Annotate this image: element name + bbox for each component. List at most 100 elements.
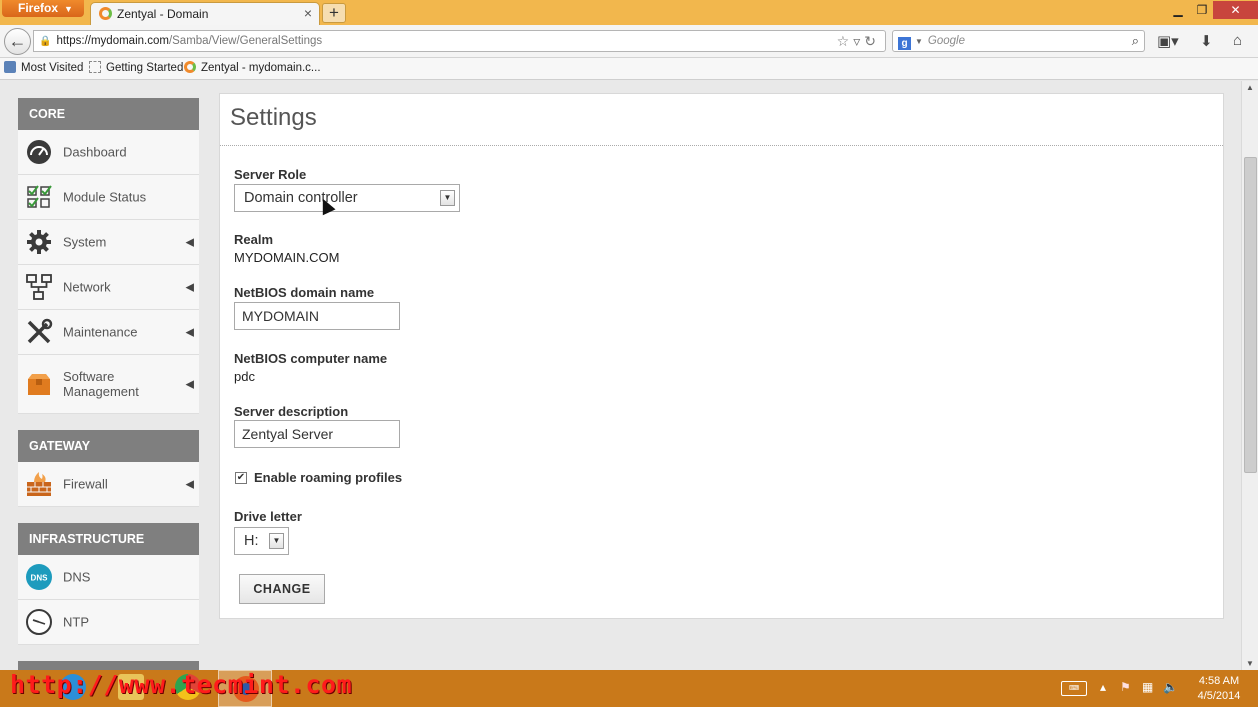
volume-icon[interactable]: 🔈 [1163,680,1178,694]
network-icon [26,274,52,300]
scroll-up-icon[interactable]: ▲ [1246,83,1254,92]
page-title: Settings [230,104,317,131]
realm-value: MYDOMAIN.COM [234,250,340,265]
server-description-label: Server description [234,404,349,419]
reload-icon[interactable]: ↻ [864,33,880,49]
chevron-left-icon: ◀ [185,378,194,391]
search-icon[interactable]: ⌕ [1132,31,1139,51]
browser-tab[interactable]: Zentyal - Domain × [90,2,320,25]
chevron-down-icon: ▼ [440,190,455,206]
bookmark-star-icon[interactable]: ☆ [837,33,854,49]
box-icon [28,374,50,395]
sidebar-item-maintenance[interactable]: Maintenance ◀ [18,310,199,355]
home-icon[interactable]: ⌂ [1233,32,1242,49]
sidebar-item-label: System [63,234,107,250]
scrollbar-thumb[interactable] [1244,157,1257,473]
system-clock[interactable]: 4:58 AM 4/5/2014 [1194,674,1244,704]
sidebar-item-dns[interactable]: DNS DNS [18,555,199,600]
sidebar-item-ntp[interactable]: NTP [18,600,199,645]
roaming-profiles-label: Enable roaming profiles [254,470,403,485]
sidebar: CORE Dashboard Module Status System ◀ Ne… [18,98,199,670]
netbios-computer-value: pdc [234,369,255,384]
svg-text:DNS: DNS [31,574,49,583]
roaming-profiles-checkbox[interactable]: ✔ [235,472,247,484]
bookmark-label: Zentyal - mydomain.c... [201,62,321,74]
maximize-button[interactable]: ❐ [1188,1,1216,19]
firewall-icon [27,472,51,496]
firefox-menu-label: Firefox [18,1,59,15]
url-bar-tools: ☆▿↻ [837,31,880,51]
sidebar-item-label: Software Management [63,369,139,399]
sidebar-item-label: Module Status [63,189,147,205]
sidebar-header-core: CORE [18,98,199,130]
sidebar-header-next [18,661,199,670]
clock-time: 4:58 AM [1198,675,1240,687]
tray-expand-icon[interactable]: ▴ [1100,680,1106,694]
sidebar-item-label: DNS [63,569,91,585]
bookmarks-menu-icon[interactable]: ▣▾ [1157,32,1179,50]
server-role-label: Server Role [234,167,307,182]
history-dropdown-icon[interactable]: ▿ [853,33,864,49]
google-engine-icon[interactable]: g [898,37,911,50]
sidebar-item-module-status[interactable]: Module Status [18,175,199,220]
drive-letter-select[interactable]: H: ▼ [234,527,289,555]
settings-panel: Settings Server Role Domain controller ▼… [219,93,1224,619]
chevron-left-icon: ◀ [185,326,194,339]
chevron-down-icon: ▼ [64,4,73,14]
scroll-down-icon[interactable]: ▼ [1246,659,1254,668]
url-host: https://mydomain.com [56,35,169,47]
chevron-left-icon: ◀ [185,281,194,294]
tab-title: Zentyal - Domain [117,7,209,21]
sidebar-item-software-management[interactable]: Software Management ◀ [18,355,199,414]
new-tab-button[interactable]: + [322,3,346,23]
bookmark-zentyal[interactable]: Zentyal - mydomain.c... [184,58,321,79]
sidebar-item-label: Maintenance [63,324,138,340]
tools-icon [27,318,53,344]
firefox-menu-button[interactable]: Firefox ▼ [2,0,84,17]
realm-label: Realm [234,232,274,247]
bookmark-most-visited[interactable]: Most Visited [4,58,83,79]
netbios-domain-label: NetBIOS domain name [234,285,375,300]
server-description-input[interactable]: Zentyal Server [234,420,400,448]
watermark: http://www.tecmint.com [10,670,353,699]
url-path: /Samba/View/GeneralSettings [168,35,323,47]
server-role-select[interactable]: Domain controller ▼ [234,184,460,212]
change-button[interactable]: CHANGE [239,574,325,604]
drive-letter-value: H: [244,533,259,549]
sidebar-item-firewall[interactable]: Firewall ◀ [18,462,199,507]
close-window-button[interactable]: ✕ [1213,1,1258,19]
zentyal-favicon-icon [99,7,112,20]
navigation-toolbar: ← 🔒 https://mydomain.com/Samba/View/Gener… [0,25,1258,58]
bookmark-label: Getting Started [106,62,184,74]
netbios-domain-input[interactable]: MYDOMAIN [234,302,400,330]
sidebar-item-label: Network [63,279,111,295]
sidebar-item-label: Dashboard [63,144,127,160]
sidebar-item-system[interactable]: System ◀ [18,220,199,265]
sidebar-header-infrastructure: INFRASTRUCTURE [18,523,199,555]
engine-dropdown-icon[interactable]: ▼ [915,37,923,46]
chevron-left-icon: ◀ [185,478,194,491]
title-divider [220,145,1223,146]
back-arrow-icon[interactable]: ← [4,28,31,55]
sidebar-item-dashboard[interactable]: Dashboard [18,130,199,175]
bookmark-getting-started[interactable]: Getting Started [89,58,183,79]
chevron-down-icon: ▼ [269,533,284,549]
gear-icon [27,230,51,254]
close-tab-icon[interactable]: × [304,5,312,21]
page-scrollbar[interactable]: ▲ ▼ [1241,81,1258,670]
page-icon [89,61,101,73]
search-bar[interactable]: g ▼ Google ⌕ [892,30,1145,52]
sidebar-item-network[interactable]: Network ◀ [18,265,199,310]
download-icon[interactable]: ⬇ [1200,32,1213,50]
zentyal-favicon-icon [184,61,196,73]
action-center-flag-icon[interactable]: ⚑ [1120,680,1131,694]
checklist-icon [27,185,52,208]
url-text: https://mydomain.com/Samba/View/GeneralS… [56,35,322,47]
lock-icon: 🔒 [39,36,52,47]
network-tray-icon[interactable]: ▦ [1142,680,1153,694]
keyboard-icon[interactable]: ⌨ [1061,681,1087,696]
url-bar[interactable]: 🔒 https://mydomain.com/Samba/View/General… [33,30,886,52]
folder-icon [4,61,16,73]
bookmark-label: Most Visited [21,62,84,74]
window-titlebar: Firefox ▼ Zentyal - Domain × + ▁ ❐ ✕ [0,0,1258,25]
